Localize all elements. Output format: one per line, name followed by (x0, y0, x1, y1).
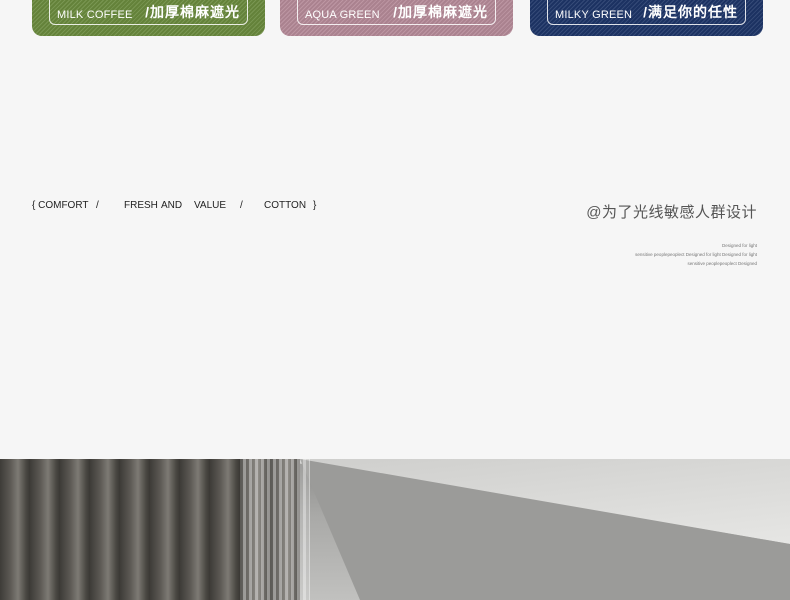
card-english-label: MILKY GREEN (555, 9, 633, 21)
card-chinese-label: /加厚棉麻遮光 (393, 4, 488, 20)
room-curtain-photo (0, 459, 790, 600)
color-card-milk-coffee: MILK COFFEE /加厚棉麻遮光 (32, 0, 265, 36)
fine-print-line: Designed for light (721, 243, 757, 248)
tagline: { COMFORT / FRESH AND VALUE / COTTON } (32, 200, 316, 299)
sheer-curtain (240, 459, 310, 600)
fine-print-line: sensitive peoplepeoplect Designed for li… (635, 252, 757, 257)
color-card-aqua-green: AQUA GREEN /加厚棉麻遮光 (280, 0, 513, 36)
tagline-cotton: COTTON (264, 200, 307, 211)
subtitle-chinese: @为了光线敏感人群设计 (586, 204, 757, 221)
tagline-value: VALUE (194, 200, 227, 211)
card-chinese-label: /加厚棉麻遮光 (145, 4, 240, 20)
tagline-open: { COMFORT (32, 200, 89, 211)
fine-print: Designed for light sensitive peoplepeopl… (635, 241, 757, 268)
card-english-label: MILK COFFEE (57, 9, 133, 21)
card-english-label: AQUA GREEN (305, 9, 380, 21)
tagline-fresh: FRESH (124, 200, 158, 211)
card-chinese-label: /满足你的任性 (643, 4, 738, 20)
tagline-separator: / (240, 200, 243, 211)
tagline-separator: / (96, 200, 99, 211)
fine-print-line: sensitive peoplepeoplect Designed (687, 261, 757, 266)
color-card-milky-green: MILKY GREEN /满足你的任性 (530, 0, 763, 36)
tagline-and: AND (161, 200, 183, 211)
tagline-close: } (313, 200, 317, 211)
